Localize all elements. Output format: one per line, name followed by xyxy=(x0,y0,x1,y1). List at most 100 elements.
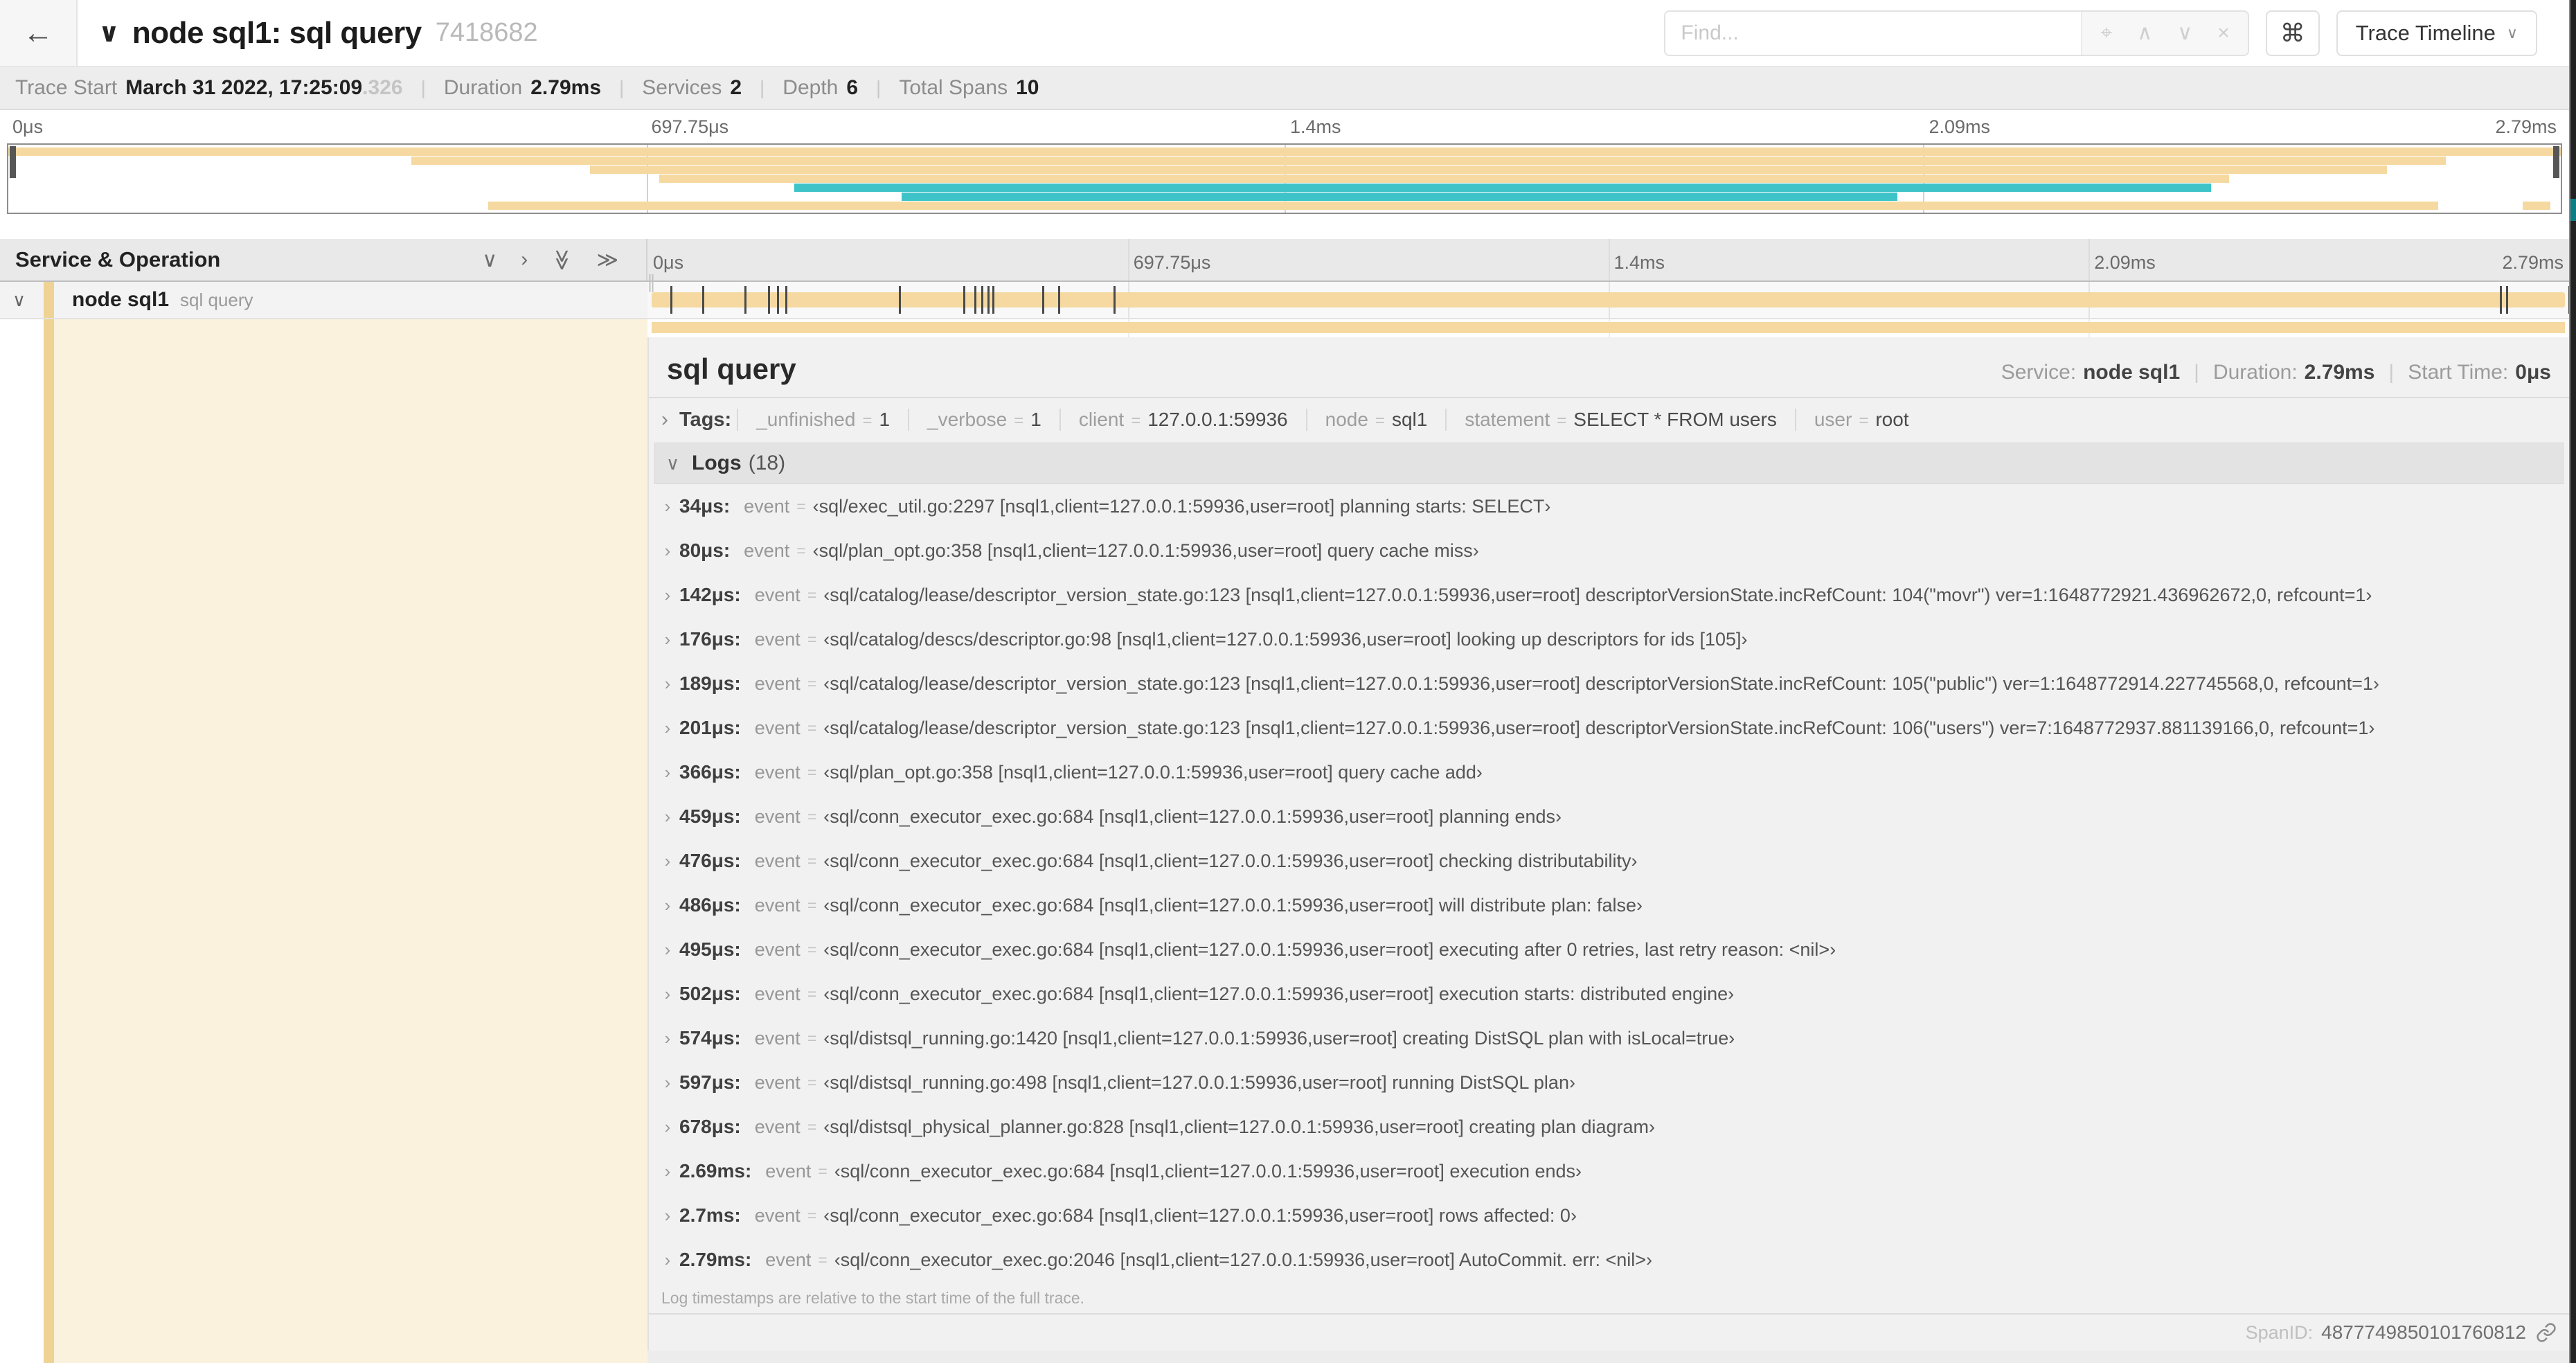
find-input[interactable] xyxy=(1665,11,2082,55)
equals-sign: = xyxy=(807,674,817,693)
log-row[interactable]: › 189μs: event = ‹sql/catalog/lease/desc… xyxy=(656,661,2569,706)
logs-section-toggle[interactable]: ∨ Logs (18) xyxy=(654,443,2564,484)
log-row[interactable]: › 201μs: event = ‹sql/catalog/lease/desc… xyxy=(656,706,2569,750)
minimap-scrubber-right-handle[interactable] xyxy=(2553,146,2559,178)
view-selector-label: Trace Timeline xyxy=(2355,20,2496,45)
equals-sign: = xyxy=(807,1073,817,1092)
column-resize-handle[interactable]: ∥ xyxy=(647,271,656,293)
trace-meta-item: Services 2 xyxy=(642,76,742,99)
log-row[interactable]: › 502μs: event = ‹sql/conn_executor_exec… xyxy=(656,972,2569,1016)
span-color-stripe xyxy=(44,337,54,1363)
log-timestamp: 502μs: xyxy=(679,983,741,1004)
log-row[interactable]: › 2.69ms: event = ‹sql/conn_executor_exe… xyxy=(656,1149,2569,1193)
log-row[interactable]: › 366μs: event = ‹sql/plan_opt.go:358 [n… xyxy=(656,750,2569,794)
trace-collapse-chevron-icon[interactable]: ∨ xyxy=(98,17,120,48)
chevron-right-icon: › xyxy=(664,983,671,1004)
equals-sign: = xyxy=(807,630,817,648)
collapse-all-icon[interactable]: ≫ xyxy=(550,249,574,270)
command-icon: ⌘ xyxy=(2280,18,2305,47)
log-field-key: event xyxy=(765,1160,812,1182)
log-row[interactable]: › 176μs: event = ‹sql/catalog/descs/desc… xyxy=(656,617,2569,661)
screen-edge-scrollbar[interactable] xyxy=(2569,0,2576,1363)
log-field-value: ‹sql/catalog/lease/descriptor_version_st… xyxy=(823,584,2372,605)
log-row[interactable]: › 80μs: event = ‹sql/plan_opt.go:358 [ns… xyxy=(656,528,2569,573)
tags-toggle[interactable]: Tags: xyxy=(679,409,731,431)
tag-key: statement xyxy=(1465,409,1550,430)
log-timestamp: 459μs: xyxy=(679,805,741,827)
equals-sign: = xyxy=(807,1117,817,1136)
log-field-value: ‹sql/distsql_running.go:498 [nsql1,clien… xyxy=(823,1071,1575,1093)
log-row[interactable]: › 597μs: event = ‹sql/distsql_running.go… xyxy=(656,1060,2569,1105)
log-row[interactable]: › 34μs: event = ‹sql/exec_util.go:2297 [… xyxy=(656,484,2569,528)
equals-sign: = xyxy=(807,763,817,781)
chevron-right-icon[interactable]: › xyxy=(661,408,668,431)
keyboard-shortcuts-button[interactable]: ⌘ xyxy=(2265,10,2320,56)
chevron-right-icon: › xyxy=(664,1116,671,1137)
expand-collapse-controls: ∨ › ≫ ≫ xyxy=(482,248,618,272)
log-timestamp: 574μs: xyxy=(679,1027,741,1049)
log-timestamp: 495μs: xyxy=(679,938,741,960)
minimap-tick-label: 2.79ms xyxy=(2495,116,2557,137)
span-row-name-cell[interactable]: ∨ node sql1 sql query xyxy=(0,282,647,318)
log-field-value: ‹sql/conn_executor_exec.go:684 [nsql1,cl… xyxy=(823,805,1562,827)
log-row[interactable]: › 142μs: event = ‹sql/catalog/lease/desc… xyxy=(656,573,2569,617)
span-detail-accent-row xyxy=(0,319,2569,337)
span-color-stripe xyxy=(44,319,54,337)
divider: | xyxy=(619,77,625,98)
log-row[interactable]: › 459μs: event = ‹sql/conn_executor_exec… xyxy=(656,794,2569,839)
tag-item: user = root xyxy=(1794,409,1927,431)
equals-sign: = xyxy=(807,984,817,1003)
chevron-right-icon: › xyxy=(664,495,671,517)
start-time-value: 0μs xyxy=(2515,361,2551,384)
logs-label: Logs xyxy=(692,452,742,474)
timeline-grid-header: Service & Operation ∨ › ≫ ≫ ∥ 0μs 697.75… xyxy=(0,239,2569,292)
log-field-key: event xyxy=(754,850,800,871)
ruler-tick-label: 0μs xyxy=(653,252,684,273)
view-selector-button[interactable]: Trace Timeline ∨ xyxy=(2336,10,2537,56)
log-field-key: event xyxy=(744,495,790,517)
tags-row: › Tags: _unfinished = 1 _verbose = 1 cli… xyxy=(649,398,2569,438)
log-row[interactable]: › 2.79ms: event = ‹sql/conn_executor_exe… xyxy=(656,1238,2569,1282)
prev-match-icon[interactable]: ∧ xyxy=(2137,21,2152,45)
copy-link-icon[interactable] xyxy=(2536,1322,2557,1343)
span-row-graph-cell[interactable] xyxy=(647,282,2570,318)
equals-sign: = xyxy=(796,541,806,560)
span-id-label: SpanID: xyxy=(2245,1321,2314,1343)
collapse-one-icon[interactable]: ∨ xyxy=(482,248,497,272)
log-row[interactable]: › 486μs: event = ‹sql/conn_executor_exec… xyxy=(656,883,2569,927)
tag-key: _verbose xyxy=(927,409,1008,430)
log-row[interactable]: › 495μs: event = ‹sql/conn_executor_exec… xyxy=(656,927,2569,972)
service-operation-header: Service & Operation ∨ › ≫ ≫ ∥ xyxy=(0,239,656,292)
back-button[interactable]: ← xyxy=(0,0,78,66)
detail-left-panel-tint xyxy=(54,337,647,1363)
tag-item: client = 127.0.0.1:59936 xyxy=(1059,409,1306,431)
log-field-value: ‹sql/catalog/lease/descriptor_version_st… xyxy=(823,672,2379,694)
chevron-right-icon: › xyxy=(664,1249,671,1270)
trace-meta-item: Trace Start March 31 2022, 17:25:09.326 xyxy=(15,76,403,99)
tag-key: user xyxy=(1814,409,1852,430)
expand-all-icon[interactable]: ≫ xyxy=(597,248,618,272)
log-field-key: event xyxy=(744,540,790,561)
chevron-right-icon: › xyxy=(664,761,671,783)
start-time-label: Start Time: xyxy=(2408,361,2509,384)
next-match-icon[interactable]: ∨ xyxy=(2177,21,2192,45)
log-row[interactable]: › 574μs: event = ‹sql/distsql_running.go… xyxy=(656,1016,2569,1060)
minimap-scrubber-left-handle[interactable] xyxy=(10,146,16,178)
equals-sign: = xyxy=(1014,411,1024,430)
timeline-minimap: 0μs 697.75μs 1.4ms 2.09ms 2.79ms xyxy=(7,110,2562,214)
minimap-canvas[interactable] xyxy=(7,143,2562,214)
clear-search-icon[interactable]: × xyxy=(2217,21,2230,45)
ruler-tick-label: 2.79ms xyxy=(2502,252,2564,273)
chevron-right-icon: › xyxy=(664,938,671,960)
span-duration-bar[interactable] xyxy=(652,292,2565,308)
focus-match-icon[interactable]: ⌖ xyxy=(2100,21,2112,45)
log-timestamp: 476μs: xyxy=(679,850,741,871)
log-row[interactable]: › 476μs: event = ‹sql/conn_executor_exec… xyxy=(656,839,2569,883)
log-row[interactable]: › 678μs: event = ‹sql/distsql_physical_p… xyxy=(656,1105,2569,1149)
detail-right-pane: sql query Service: node sql1 | Duration:… xyxy=(647,337,2569,1363)
log-row[interactable]: › 2.7ms: event = ‹sql/conn_executor_exec… xyxy=(656,1193,2569,1238)
log-field-value: ‹sql/distsql_running.go:1420 [nsql1,clie… xyxy=(823,1027,1735,1049)
span-collapse-chevron-icon[interactable]: ∨ xyxy=(12,289,26,311)
find-controls: ⌖ ∧ ∨ × xyxy=(2081,11,2248,55)
expand-one-icon[interactable]: › xyxy=(521,248,528,272)
